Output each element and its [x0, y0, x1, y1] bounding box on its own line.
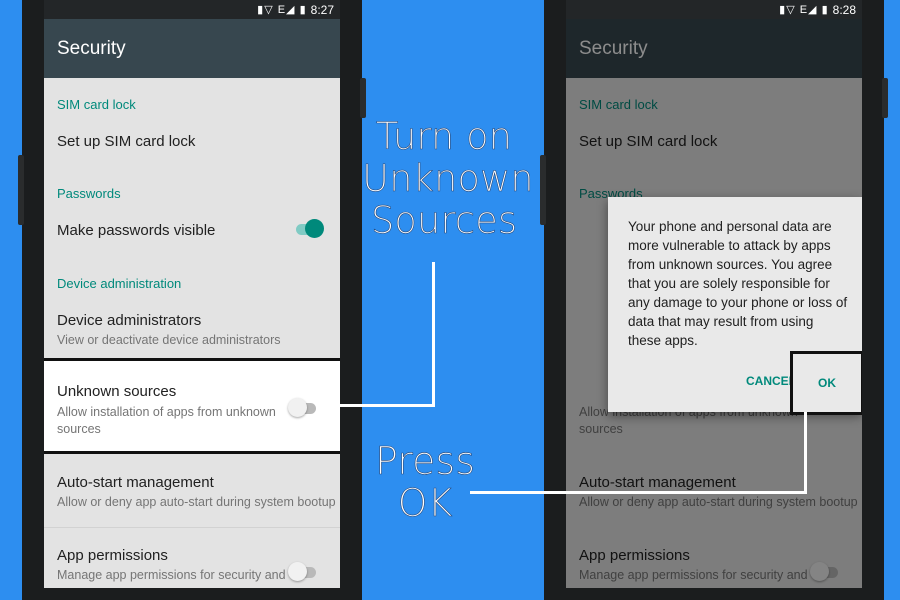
unknown-sources-row[interactable]: Unknown sources Allow installation of ap… — [44, 358, 340, 454]
device-administrators-subtitle: View or deactivate device administrators — [57, 333, 281, 347]
toggle-thumb — [288, 398, 307, 417]
unknown-sources-toggle[interactable] — [288, 398, 318, 418]
dialog-message: Your phone and personal data are more vu… — [628, 219, 848, 348]
connector-line — [470, 491, 807, 494]
caption-line: Turn on — [375, 115, 513, 158]
caption-turn-on-unknown-sources: Turn on Unknown Sources — [362, 115, 534, 242]
setting-unknown-sources: Unknown sources — [57, 383, 177, 400]
left-screen: ▮▽ E◢ ▮ 8:27 Security SIM card lock Set … — [44, 0, 340, 588]
volume-button — [18, 155, 24, 225]
caption-line: OK — [397, 481, 453, 525]
status-bar: ▮▽ E◢ ▮ 8:28 — [566, 0, 862, 19]
caption-press-ok: Press OK — [370, 439, 480, 525]
toggle-thumb — [305, 219, 324, 238]
connector-line — [804, 412, 807, 494]
status-bar: ▮▽ E◢ ▮ 8:27 — [44, 0, 340, 19]
cancel-button[interactable]: CANCEL — [746, 374, 796, 388]
setting-app-permissions[interactable]: App permissions — [57, 547, 168, 564]
status-icons: ▮▽ E◢ ▮ — [257, 4, 307, 16]
status-time: 8:27 — [310, 2, 334, 17]
status-icons: ▮▽ E◢ ▮ — [779, 4, 829, 16]
caption-line: Unknown — [362, 157, 534, 200]
app-permissions-subtitle: Manage app permissions for security and — [57, 568, 286, 582]
ok-button[interactable]: OK — [790, 351, 862, 415]
right-phone: ▮▽ E◢ ▮ 8:28 Security SIM card lock Set … — [540, 0, 888, 600]
status-time: 8:28 — [832, 2, 856, 17]
auto-start-subtitle: Allow or deny app auto-start during syst… — [57, 495, 336, 509]
power-button — [360, 78, 366, 118]
setting-auto-start-management[interactable]: Auto-start management — [57, 474, 214, 491]
connector-line — [432, 262, 435, 407]
section-sim-card-lock: SIM card lock — [57, 97, 136, 112]
page-title: Security — [57, 37, 126, 59]
section-device-administration: Device administration — [57, 276, 182, 291]
setting-set-up-sim-lock[interactable]: Set up SIM card lock — [57, 133, 195, 150]
right-screen: ▮▽ E◢ ▮ 8:28 Security SIM card lock Set … — [566, 0, 862, 588]
section-passwords: Passwords — [57, 186, 121, 201]
caption-line: Press — [374, 439, 476, 483]
connector-line — [338, 404, 435, 407]
divider — [44, 527, 340, 528]
power-button — [882, 78, 888, 118]
left-phone: ▮▽ E◢ ▮ 8:27 Security SIM card lock Set … — [18, 0, 366, 600]
passwords-visible-toggle[interactable] — [294, 219, 324, 239]
ok-button-label: OK — [818, 376, 836, 390]
setting-device-administrators[interactable]: Device administrators — [57, 312, 201, 329]
app-bar: Security — [44, 19, 340, 78]
caption-line: Sources — [370, 199, 518, 242]
app-permissions-toggle[interactable] — [288, 562, 318, 582]
unknown-sources-subtitle: Allow installation of apps from unknown … — [57, 405, 276, 436]
toggle-thumb — [288, 562, 307, 581]
setting-make-passwords-visible[interactable]: Make passwords visible — [57, 222, 215, 239]
volume-button — [540, 155, 546, 225]
